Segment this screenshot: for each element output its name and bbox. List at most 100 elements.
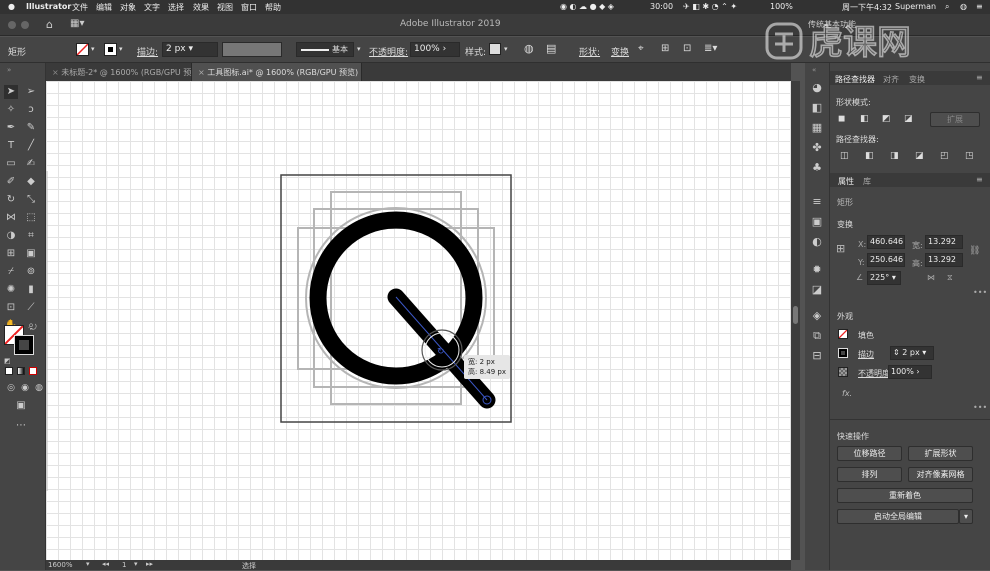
mesh-tool-icon[interactable]: ⊞: [4, 247, 18, 261]
notification-icon[interactable]: ≡: [976, 2, 983, 11]
shape-builder-tool-icon[interactable]: ◑: [4, 229, 18, 243]
appearance-stroke-field[interactable]: ⇕ 2 px ▾: [890, 346, 934, 360]
appearance-stroke-swatch[interactable]: [838, 348, 848, 358]
slice-tool-icon[interactable]: ⟋: [24, 301, 38, 315]
selection-tool-icon[interactable]: ➤: [4, 85, 18, 99]
appearance-icon[interactable]: ✹: [810, 263, 824, 277]
exclude-icon[interactable]: ◪: [904, 114, 913, 124]
type-tool-icon[interactable]: T: [4, 139, 18, 153]
brushes-icon[interactable]: ✤: [810, 141, 824, 155]
minus-back-icon[interactable]: ◳: [965, 151, 974, 161]
screen-mode-icon[interactable]: ▣: [14, 399, 28, 413]
asset-export-icon[interactable]: ⊟: [810, 349, 824, 363]
menu-window[interactable]: 窗口: [241, 2, 257, 13]
column-graph-tool-icon[interactable]: ▮: [24, 283, 38, 297]
arrange-icon[interactable]: ⊡: [683, 43, 691, 54]
close-tab-icon[interactable]: ×: [198, 68, 205, 77]
opacity-label[interactable]: 不透明度: [858, 368, 890, 379]
gradient-mode-icon[interactable]: [17, 367, 25, 375]
artboard-number[interactable]: 1: [122, 561, 126, 569]
menu-select[interactable]: 选择: [168, 2, 184, 13]
align-to-pixel-grid-button[interactable]: 对齐像素网格: [908, 467, 973, 482]
trim-icon[interactable]: ◧: [865, 151, 874, 161]
x-field[interactable]: 460.646: [867, 235, 905, 249]
search-icon[interactable]: ⌕: [945, 2, 949, 12]
direct-selection-tool-icon[interactable]: ➢: [24, 85, 38, 99]
brush-definition-dropdown[interactable]: 基本: [296, 42, 354, 57]
next-artboard-icon[interactable]: ▸▸: [146, 560, 153, 568]
add-effect-icon[interactable]: fx.: [842, 389, 852, 398]
transparency-icon[interactable]: ◐: [810, 235, 824, 249]
opacity-field[interactable]: 100% ›: [410, 42, 460, 57]
prev-artboard-icon[interactable]: ◂◂: [102, 560, 109, 568]
offset-path-button[interactable]: 位移路径: [837, 446, 902, 461]
workspace-switcher[interactable]: 传统基本功能: [808, 19, 856, 30]
none-mode-icon[interactable]: [29, 367, 37, 375]
symbol-sprayer-tool-icon[interactable]: ✺: [4, 283, 18, 297]
width-field[interactable]: 13.292 p: [925, 235, 963, 249]
align-icon[interactable]: ▤: [546, 42, 556, 55]
artboard-canvas[interactable]: ↻ 宽: 2 px 高: 8.49 px: [46, 81, 791, 560]
menu-file[interactable]: 文件: [72, 2, 88, 13]
eraser-tool-icon[interactable]: ◆: [24, 175, 38, 189]
close-tab-icon[interactable]: ×: [52, 68, 59, 77]
rotate-field[interactable]: 225° ▾: [867, 271, 901, 285]
scroll-thumb[interactable]: [793, 306, 798, 324]
properties-menu-icon[interactable]: ≡: [976, 175, 983, 184]
tab-align[interactable]: 对齐: [883, 74, 899, 85]
graphic-style-swatch[interactable]: [489, 43, 501, 55]
edit-toolbar-icon[interactable]: ⋯: [14, 419, 28, 433]
siri-icon[interactable]: ◍: [960, 2, 967, 11]
draw-behind-icon[interactable]: ◉: [18, 381, 32, 395]
stroke-label[interactable]: 描边:: [137, 45, 158, 58]
opacity-label[interactable]: 不透明度:: [369, 45, 408, 58]
minus-front-icon[interactable]: ◧: [860, 114, 869, 124]
expand-shape-button[interactable]: 扩展形状: [908, 446, 973, 461]
menu-app-name[interactable]: Illustrator: [26, 2, 71, 11]
pen-tool-icon[interactable]: ✒: [4, 121, 18, 135]
close-window-button[interactable]: [8, 21, 16, 29]
brush-dropdown-icon[interactable]: ▾: [357, 45, 361, 53]
panel-menu-icon[interactable]: ≣▾: [704, 43, 717, 54]
fill-swatch[interactable]: [76, 43, 89, 56]
artboards-icon[interactable]: ⧉: [810, 329, 824, 343]
transform-link[interactable]: 变换: [611, 45, 629, 58]
artboard-tool-icon[interactable]: ⊡: [4, 301, 18, 315]
y-field[interactable]: 250.646: [867, 253, 905, 267]
symbols-icon[interactable]: ♣: [810, 161, 824, 175]
zoom-dropdown-icon[interactable]: ▾: [86, 560, 90, 568]
minimize-window-button[interactable]: [21, 21, 29, 29]
height-field[interactable]: 13.292 p: [925, 253, 963, 267]
color-mode-icon[interactable]: [5, 367, 13, 375]
more-transform-options-icon[interactable]: •••: [973, 288, 987, 297]
tab-document-2[interactable]: × 工具图标.ai* @ 1600% (RGB/GPU 预览): [192, 63, 362, 81]
appearance-opacity-field[interactable]: 100% ›: [888, 365, 932, 379]
mask-icon[interactable]: ⊞: [661, 43, 669, 54]
recolor-button[interactable]: 重新着色: [837, 488, 973, 503]
tab-libraries[interactable]: 库: [863, 176, 871, 187]
menubar-user[interactable]: Superman: [895, 2, 936, 11]
artboard-dropdown-icon[interactable]: ▾: [134, 560, 138, 568]
magic-wand-tool-icon[interactable]: ✧: [4, 103, 18, 117]
stroke-swatch[interactable]: [104, 43, 117, 56]
stroke-weight-field[interactable]: 2 px ▾: [162, 42, 218, 57]
unite-icon[interactable]: ◼: [838, 114, 845, 124]
menu-type[interactable]: 文字: [144, 2, 160, 13]
shaper-tool-icon[interactable]: ✐: [4, 175, 18, 189]
stroke-label[interactable]: 描边: [858, 349, 874, 360]
appearance-fill-swatch[interactable]: [838, 329, 848, 339]
zoom-level[interactable]: 1600%: [48, 561, 72, 569]
variable-width-profile[interactable]: [222, 42, 282, 57]
constrain-proportions-icon[interactable]: ⛓: [969, 246, 980, 256]
menu-help[interactable]: 帮助: [265, 2, 281, 13]
paintbrush-tool-icon[interactable]: ✍: [24, 157, 38, 171]
arrange-button[interactable]: 排列: [837, 467, 902, 482]
flip-vertical-icon[interactable]: ⧖: [947, 273, 953, 283]
width-tool-icon[interactable]: ⋈: [4, 211, 18, 225]
swap-colors-icon[interactable]: ⤾: [30, 323, 37, 333]
eyedropper-tool-icon[interactable]: ⌿: [4, 265, 18, 279]
panel-menu-icon[interactable]: ≡: [976, 73, 983, 82]
free-transform-tool-icon[interactable]: ⬚: [24, 211, 38, 225]
flip-horizontal-icon[interactable]: ⋈: [927, 273, 935, 282]
intersect-icon[interactable]: ◩: [882, 114, 891, 124]
